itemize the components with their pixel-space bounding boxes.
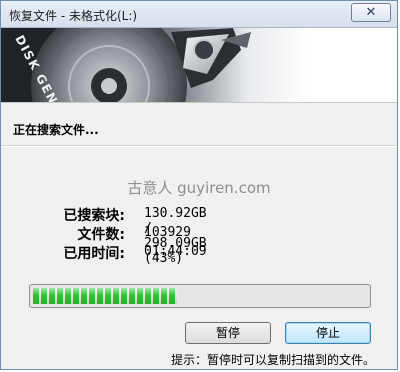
dialog-window: 恢复文件 - 未格式化(L:) ✕ DISK GENIUS 正在搜索文件... …	[0, 0, 398, 370]
disk-genius-banner-image: DISK GENIUS	[1, 28, 251, 102]
pause-button[interactable]: 暂停	[185, 322, 271, 344]
elapsed-time-label: 已用时间:	[63, 246, 125, 262]
progress-bar	[29, 284, 371, 308]
searched-blocks-label: 已搜索块:	[63, 208, 125, 224]
title-bar[interactable]: 恢复文件 - 未格式化(L:) ✕	[1, 1, 397, 28]
file-count-value: 103929	[144, 225, 191, 240]
close-button[interactable]: ✕	[351, 3, 391, 22]
stop-button[interactable]: 停止	[285, 322, 371, 344]
progress-fill	[33, 288, 177, 304]
divider	[1, 145, 397, 147]
watermark-text: 古意人 guyiren.com	[127, 179, 271, 197]
banner: DISK GENIUS	[1, 28, 397, 103]
close-icon: ✕	[365, 5, 377, 20]
hint-text: 提示：暂停时可以复制扫描到的文件。	[171, 353, 376, 367]
searching-status: 正在搜索文件...	[13, 123, 99, 137]
file-count-label: 文件数:	[77, 227, 125, 243]
window-title: 恢复文件 - 未格式化(L:)	[9, 9, 138, 23]
dialog-content: 正在搜索文件... 古意人 guyiren.com 已搜索块: 130.92GB…	[1, 103, 397, 369]
elapsed-time-value: 01:44:09	[144, 244, 207, 259]
